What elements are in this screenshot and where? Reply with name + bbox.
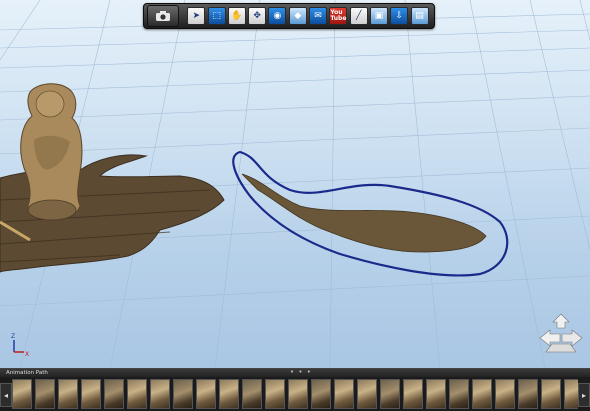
frame-thumbnail[interactable] <box>196 379 216 409</box>
settings-page-icon: ▤ <box>415 10 424 21</box>
resize-grip[interactable]: • • • <box>290 369 312 376</box>
frame-thumbnail[interactable] <box>334 379 354 409</box>
frame-thumbnail[interactable] <box>242 379 262 409</box>
pan-button[interactable]: ✋ <box>227 7 246 25</box>
axis-x-label: X <box>25 351 29 358</box>
export-icon: ⇩ <box>395 10 404 21</box>
window-view-icon: ▣ <box>374 10 384 21</box>
scene-canvas[interactable]: Z X <box>0 0 590 368</box>
move-arrows-icon: ✥ <box>253 10 261 21</box>
region-select-icon: ⬚ <box>212 10 221 21</box>
frame-thumbnail[interactable] <box>495 379 515 409</box>
filmstrip-prev-button[interactable]: ◂ <box>0 383 12 407</box>
frame-thumbnail[interactable] <box>127 379 147 409</box>
frame-thumbnail[interactable] <box>58 379 78 409</box>
navigation-cube[interactable] <box>536 310 586 358</box>
frame-thumbnail[interactable] <box>518 379 538 409</box>
frame-thumbnail[interactable] <box>265 379 285 409</box>
frame-thumbnail[interactable] <box>104 379 124 409</box>
3d-viewport[interactable]: Z X ➤ ⬚ ✋ ✥ ◉ ◆ ✉ You Tube ╱ ▣ ⇩ ▤ <box>0 0 590 368</box>
frame-thumbnail[interactable] <box>288 379 308 409</box>
arrow-cursor-icon: ➤ <box>192 10 201 21</box>
frame-thumbnail[interactable] <box>472 379 492 409</box>
filmstrip-header: Animation Path • • • <box>0 369 590 377</box>
hand-icon: ✋ <box>231 10 243 21</box>
frame-thumbnail[interactable] <box>449 379 469 409</box>
frame-thumbnail[interactable] <box>35 379 55 409</box>
youtube-button[interactable]: You Tube <box>329 7 348 25</box>
youtube-icon: You Tube <box>330 9 347 22</box>
axis-z-label: Z <box>11 333 15 340</box>
frame-thumbnail[interactable] <box>81 379 101 409</box>
navigation-cube-icon <box>539 313 583 353</box>
main-toolbar: ➤ ⬚ ✋ ✥ ◉ ◆ ✉ You Tube ╱ ▣ ⇩ ▤ <box>143 3 435 29</box>
diamond-icon: ◆ <box>294 10 302 21</box>
animation-filmstrip: Animation Path • • • ◂ ▸ <box>0 368 590 411</box>
chevron-left-icon: ◂ <box>3 390 8 400</box>
select-button[interactable]: ➤ <box>187 7 206 25</box>
view-button[interactable]: ▣ <box>369 7 388 25</box>
frame-thumbnail[interactable] <box>564 379 578 409</box>
animation-path-tab[interactable]: Animation Path <box>6 369 48 377</box>
snapshot-button[interactable]: ◉ <box>268 7 287 25</box>
frame-thumbnail[interactable] <box>357 379 377 409</box>
frame-thumbnail[interactable] <box>12 379 32 409</box>
frame-thumbnail[interactable] <box>311 379 331 409</box>
move-button[interactable]: ✥ <box>248 7 267 25</box>
camera-button[interactable] <box>147 5 179 27</box>
frame-thumbnails <box>12 379 578 409</box>
settings-button[interactable]: ▤ <box>410 7 429 25</box>
chevron-right-icon: ▸ <box>581 390 586 400</box>
frame-thumbnail[interactable] <box>173 379 193 409</box>
email-button[interactable]: ✉ <box>309 7 328 25</box>
frame-thumbnail[interactable] <box>380 379 400 409</box>
photo-camera-icon: ◉ <box>273 10 282 21</box>
diamond-button[interactable]: ◆ <box>288 7 307 25</box>
camera-icon <box>155 7 171 26</box>
frame-thumbnail[interactable] <box>541 379 561 409</box>
export-button[interactable]: ⇩ <box>390 7 409 25</box>
frame-thumbnail[interactable] <box>150 379 170 409</box>
ruler-icon: ╱ <box>355 10 362 21</box>
frame-thumbnail[interactable] <box>426 379 446 409</box>
region-select-button[interactable]: ⬚ <box>207 7 226 25</box>
frame-thumbnail[interactable] <box>219 379 239 409</box>
filmstrip-next-button[interactable]: ▸ <box>578 383 590 407</box>
buddha-statue-model[interactable] <box>20 83 83 221</box>
frame-thumbnail[interactable] <box>403 379 423 409</box>
measure-button[interactable]: ╱ <box>349 7 368 25</box>
mail-icon: ✉ <box>314 10 322 21</box>
axis-indicator: Z X <box>11 333 29 358</box>
